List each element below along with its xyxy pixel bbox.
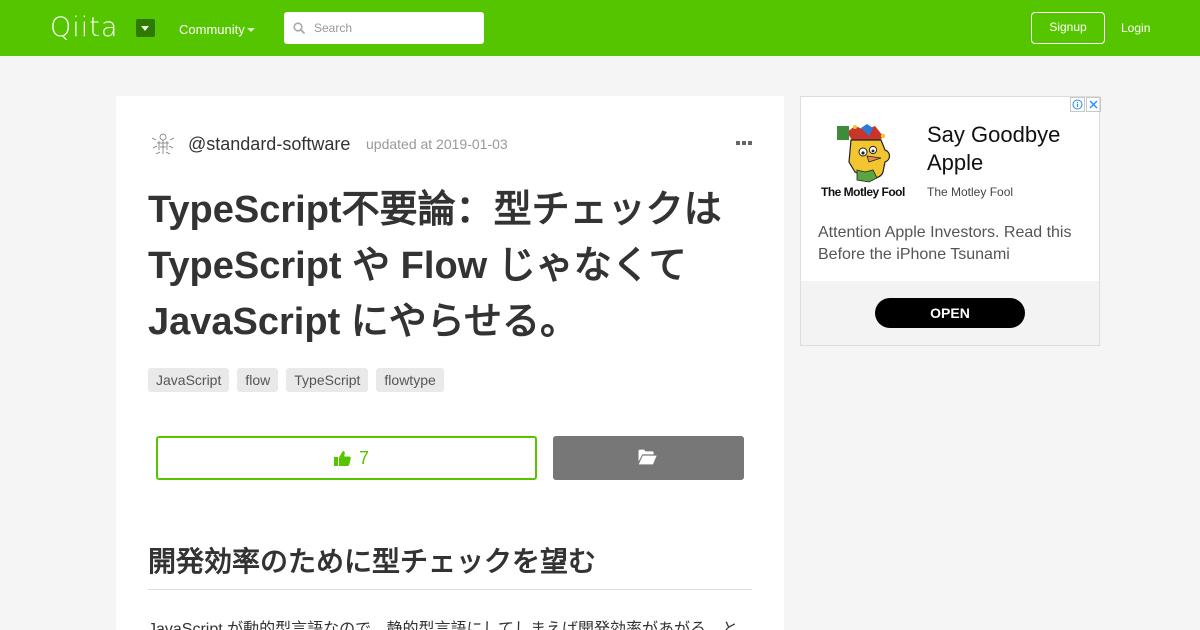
search-icon [293, 22, 305, 34]
login-link[interactable]: Login [1121, 20, 1150, 36]
article-title: TypeScript不要論：型チェックは TypeScript や Flow じ… [148, 189, 722, 343]
tag-javascript[interactable]: JavaScript [148, 368, 230, 392]
close-icon[interactable] [1086, 97, 1101, 112]
like-button[interactable]: 7 [156, 436, 537, 480]
section-heading: 開発効率のために型チェックを望む [148, 542, 752, 590]
community-menu[interactable]: Community [179, 22, 245, 38]
advertisement[interactable]: The Motley Fool Say Goodbye Apple The Mo… [800, 96, 1101, 346]
ad-footer: OPEN [801, 281, 1099, 345]
site-logo[interactable]: Qiita [50, 14, 118, 42]
ad-source: The Motley Fool [927, 185, 1014, 199]
article-card: @standard-software updated at 2019-01-03… [116, 96, 784, 630]
caret-down-icon[interactable] [247, 28, 255, 32]
like-count: 7 [359, 448, 370, 468]
tag-flow[interactable]: flow [237, 368, 279, 392]
ad-open-button[interactable]: OPEN [875, 298, 1025, 328]
folder-open-icon [638, 449, 657, 465]
more-options-icon[interactable] [736, 140, 752, 146]
stock-button[interactable] [553, 436, 744, 480]
tag-typescript[interactable]: TypeScript [286, 368, 369, 392]
search-input[interactable] [314, 12, 479, 44]
updated-date: updated at 2019-01-03 [366, 136, 508, 152]
ad-choices [1069, 97, 1101, 113]
avatar[interactable] [148, 128, 178, 158]
ad-headline[interactable]: Say Goodbye Apple [927, 121, 1099, 177]
ad-body-text[interactable]: Attention Apple Investors. Read this Bef… [818, 222, 1088, 266]
chevron-down-icon[interactable] [136, 19, 155, 37]
info-icon[interactable] [1070, 97, 1085, 112]
top-nav-bar: Qiita Community Signup Login [0, 0, 1200, 56]
ad-brand-logo: The Motley Fool [821, 185, 905, 199]
tag-list: JavaScript flow TypeScript flowtype [148, 368, 444, 392]
tag-flowtype[interactable]: flowtype [376, 368, 444, 392]
thumbs-up-icon [334, 451, 351, 466]
author-name[interactable]: @standard-software [188, 134, 350, 154]
search-box[interactable] [284, 12, 484, 44]
signup-button[interactable]: Signup [1031, 12, 1105, 44]
article-paragraph: JavaScript が動的型言語なので、静的型言語にしてしまえば開発効率があが… [148, 621, 739, 630]
